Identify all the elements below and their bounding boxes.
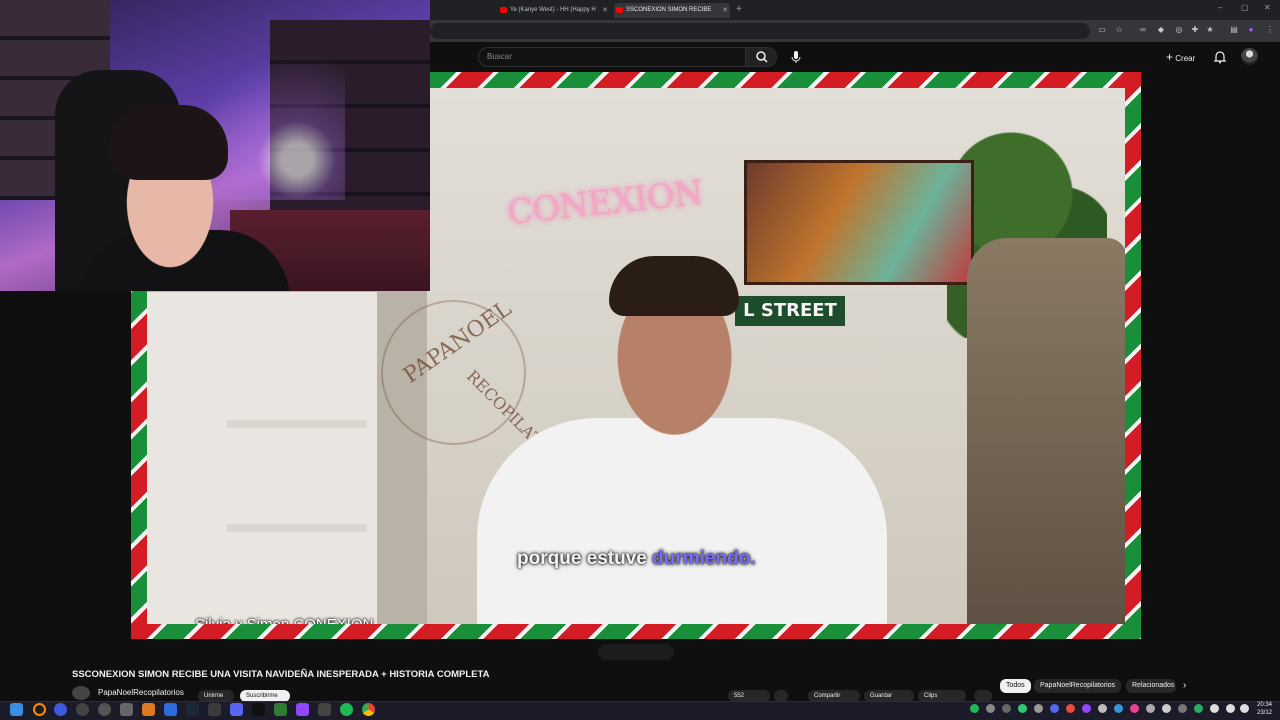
- tray-icon[interactable]: [1066, 704, 1075, 713]
- video-title: SSCONEXION SIMON RECIBE UNA VISITA NAVID…: [72, 669, 490, 680]
- bookmarks-icon[interactable]: ★: [1205, 25, 1215, 35]
- bookmark-star-icon[interactable]: ☆: [1114, 25, 1124, 35]
- profile-icon[interactable]: ●: [1246, 25, 1256, 35]
- maximize-icon[interactable]: ▢: [1241, 3, 1249, 12]
- app-green-icon[interactable]: [274, 703, 287, 716]
- search-button[interactable]: [745, 47, 777, 67]
- minimize-icon[interactable]: –: [1218, 3, 1222, 12]
- steam-icon[interactable]: [186, 703, 199, 716]
- microphone-icon: [791, 51, 801, 63]
- tray-icon[interactable]: [1162, 704, 1171, 713]
- close-window-icon[interactable]: ✕: [1264, 3, 1271, 12]
- filter-chip-all[interactable]: Todos: [1000, 679, 1031, 693]
- more-menu-icon[interactable]: ⋮: [1265, 25, 1275, 35]
- discord-icon[interactable]: [230, 703, 243, 716]
- chrome-taskbar-icon[interactable]: [362, 703, 375, 716]
- chevron-right-icon[interactable]: ›: [1183, 680, 1186, 691]
- tab-label: Ye (Kanye West) - HH (Happy H: [510, 7, 596, 13]
- volume-icon[interactable]: [1226, 704, 1235, 713]
- seek-preview-pill[interactable]: [598, 644, 674, 660]
- chrome-icon[interactable]: ◎: [1174, 25, 1184, 35]
- shelf-board: [227, 524, 367, 532]
- youtube-favicon-icon: [500, 7, 507, 13]
- tray-icon[interactable]: [986, 704, 995, 713]
- clock-time: 20:34: [1256, 702, 1272, 708]
- subtitle-highlight: durmiendo.: [652, 548, 756, 569]
- video-subtitle: porque estuve durmiendo.: [517, 548, 756, 570]
- extension-blue-icon[interactable]: ◆: [1156, 25, 1166, 35]
- shelf-board: [227, 420, 367, 428]
- app-v-icon[interactable]: [54, 703, 67, 716]
- subtitle-text: porque estuve: [517, 548, 653, 569]
- tray-icon[interactable]: [1178, 704, 1187, 713]
- filter-chip-channel[interactable]: PapaNoelRecopilatorios: [1034, 679, 1122, 693]
- person-shirt: [477, 418, 887, 624]
- puzzle-extensions-icon[interactable]: ✚: [1190, 25, 1200, 35]
- notifications-button[interactable]: [1212, 49, 1228, 65]
- plus-icon: +: [1166, 50, 1174, 64]
- wifi-icon[interactable]: [1210, 704, 1219, 713]
- tab-ssconexion[interactable]: SSCONEXION SIMON RECIBE ✕: [614, 3, 730, 18]
- white-shelf: [147, 292, 377, 624]
- channel-avatar[interactable]: [72, 686, 90, 700]
- create-label: Crear: [1175, 54, 1196, 63]
- graffiti-poster: [744, 160, 974, 285]
- filter-chip-related[interactable]: Relacionados: [1126, 679, 1176, 693]
- street-sign: L STREET: [735, 296, 845, 326]
- tray-icon[interactable]: [1098, 704, 1107, 713]
- search-icon: [756, 51, 768, 63]
- install-app-icon[interactable]: ▭: [1097, 25, 1107, 35]
- account-avatar[interactable]: [1241, 48, 1258, 65]
- tray-spotify-icon[interactable]: [970, 704, 979, 713]
- windows-start-icon[interactable]: [10, 703, 23, 716]
- tab-label: SSCONEXION SIMON RECIBE: [626, 7, 712, 13]
- app-k-icon[interactable]: [76, 703, 89, 716]
- search-input[interactable]: Buscar: [478, 47, 746, 67]
- tray-discord-icon[interactable]: [1050, 704, 1059, 713]
- app-window-icon[interactable]: [120, 703, 133, 716]
- tray-icon[interactable]: [1034, 704, 1043, 713]
- cast-icon[interactable]: ▤: [1229, 25, 1239, 35]
- address-bar[interactable]: [430, 23, 1090, 39]
- tray-icon[interactable]: [1146, 704, 1155, 713]
- gaming-chair: [967, 238, 1125, 624]
- battery-icon[interactable]: [1240, 704, 1249, 713]
- app-orange-icon[interactable]: [142, 703, 155, 716]
- bell-icon: [1213, 51, 1227, 64]
- clock-date: 23/12: [1256, 710, 1272, 716]
- speaker-label: Silvia y Simon CONEXION: [195, 616, 373, 624]
- app-gray-icon[interactable]: [208, 703, 221, 716]
- tray-icon[interactable]: [1018, 704, 1027, 713]
- spotify-icon[interactable]: [340, 703, 353, 716]
- webcam-person-hair: [108, 105, 228, 180]
- tray-icon[interactable]: [1002, 704, 1011, 713]
- webcam-overlay: [0, 0, 430, 291]
- channel-name[interactable]: PapaNoelRecopilatorios: [98, 688, 184, 697]
- new-tab-button[interactable]: +: [736, 4, 742, 15]
- youtube-favicon-icon: [616, 7, 623, 13]
- app-arrow-icon[interactable]: [98, 703, 111, 716]
- tray-icon[interactable]: [1194, 704, 1203, 713]
- twitch-icon[interactable]: [296, 703, 309, 716]
- close-tab-icon[interactable]: ✕: [602, 3, 608, 18]
- voice-search-button[interactable]: [786, 47, 806, 67]
- tray-icon[interactable]: [1082, 704, 1091, 713]
- tab-kanye[interactable]: Ye (Kanye West) - HH (Happy H ✕: [498, 3, 610, 18]
- tiktok-icon[interactable]: [252, 703, 265, 716]
- extension-icon[interactable]: ∞: [1138, 25, 1148, 35]
- tray-icon[interactable]: [1114, 704, 1123, 713]
- tray-icon[interactable]: [1130, 704, 1139, 713]
- search-taskbar-icon[interactable]: [33, 703, 46, 716]
- close-tab-icon[interactable]: ✕: [722, 3, 728, 18]
- person-hair: [609, 256, 739, 316]
- app-blue-icon[interactable]: [164, 703, 177, 716]
- app-c-icon[interactable]: [318, 703, 331, 716]
- create-button[interactable]: + Crear: [1162, 48, 1195, 66]
- taskbar-clock[interactable]: 20:34 23/12: [1252, 701, 1272, 717]
